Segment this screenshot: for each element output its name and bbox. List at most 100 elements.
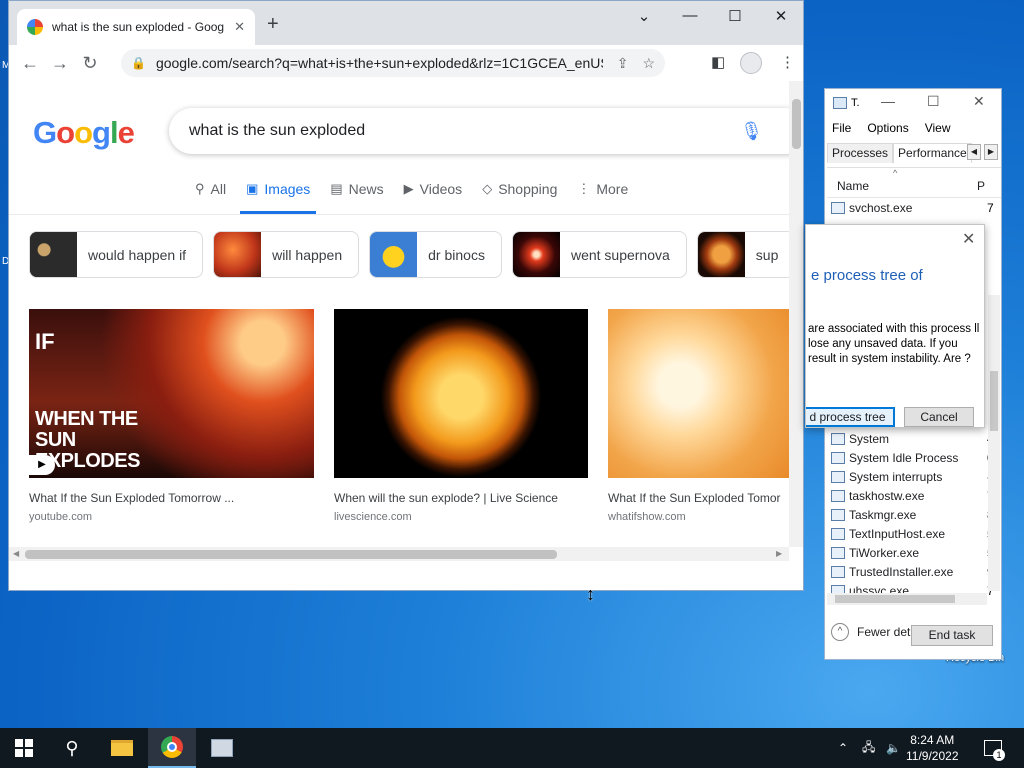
chip[interactable]: dr binocs xyxy=(369,231,502,278)
horizontal-scrollbar[interactable] xyxy=(827,593,987,605)
play-icon[interactable]: ▶ xyxy=(29,455,55,475)
google-logo[interactable]: Google xyxy=(33,115,135,151)
browser-tab[interactable]: what is the sun exploded - Goog ✕ xyxy=(17,9,255,45)
chip[interactable]: went supernova xyxy=(511,231,687,278)
chevron-up-icon[interactable]: ^ xyxy=(831,623,849,641)
back-arrow-icon[interactable]: ← xyxy=(15,53,45,74)
column-pid[interactable]: P xyxy=(977,179,985,193)
new-tab-button[interactable]: + xyxy=(267,13,279,36)
chip[interactable]: will happen xyxy=(213,231,360,278)
menu-bar: File Options View xyxy=(832,121,967,135)
scrollbar-thumb[interactable] xyxy=(835,595,955,603)
scrollbar-thumb[interactable] xyxy=(792,99,801,149)
search-tab-shopping[interactable]: ◇ Shopping xyxy=(476,181,563,214)
reload-icon[interactable]: ↻ xyxy=(75,53,105,74)
task-manager-icon xyxy=(833,97,847,109)
notification-icon[interactable]: 1 xyxy=(984,728,1005,768)
maximize-button[interactable]: ☐ xyxy=(927,93,940,110)
close-button[interactable]: ✕ xyxy=(973,93,985,110)
url-text[interactable]: google.com/search?q=what+is+the+sun+expl… xyxy=(156,55,603,71)
table-row[interactable]: TextInputHost.exe5 xyxy=(827,524,994,543)
chip[interactable]: would happen if xyxy=(29,231,204,278)
result-thumbnail[interactable] xyxy=(608,309,789,478)
close-button[interactable]: ✕ xyxy=(758,7,803,25)
result-thumbnail[interactable]: IF WHEN THE SUN EXPLODES ▶ xyxy=(29,309,314,478)
side-panel-icon[interactable]: ◧ xyxy=(711,53,725,71)
table-row[interactable]: taskhostw.exe7 xyxy=(827,486,994,505)
horizontal-scrollbar[interactable]: ◀ ▶ xyxy=(9,547,789,561)
table-row[interactable]: TiWorker.exe5 xyxy=(827,543,994,562)
vertical-scrollbar[interactable] xyxy=(789,81,803,547)
end-task-button[interactable]: End task xyxy=(911,625,993,646)
minimize-button[interactable]: — xyxy=(667,7,713,24)
search-tab-news[interactable]: ▤ News xyxy=(324,181,389,214)
close-icon[interactable]: ✕ xyxy=(962,229,975,249)
news-icon: ▤ xyxy=(330,181,343,196)
network-icon[interactable]: 🖧 xyxy=(862,728,875,768)
result-caption[interactable]: When will the sun explode? | Live Scienc… xyxy=(334,491,588,505)
show-hidden-icons-chevron-icon[interactable]: ⌃ xyxy=(838,728,848,768)
search-tab-all[interactable]: ⚲ All xyxy=(189,181,232,214)
search-tab-label: Images xyxy=(264,181,311,197)
scroll-left-arrow-icon[interactable]: ◀ xyxy=(13,549,19,558)
tab-close-icon[interactable]: ✕ xyxy=(234,19,245,35)
fewer-details-label[interactable]: Fewer det xyxy=(857,625,910,639)
image-result[interactable]: What If the Sun Exploded Tomor whatifsho… xyxy=(608,309,789,523)
result-caption[interactable]: What If the Sun Exploded Tomor xyxy=(608,491,789,505)
cancel-button[interactable]: Cancel xyxy=(904,407,974,427)
vertical-scrollbar[interactable] xyxy=(988,295,1000,591)
file-explorer-icon[interactable] xyxy=(98,728,146,768)
volume-icon[interactable]: 🔈 xyxy=(886,728,901,768)
minimize-button[interactable]: — xyxy=(881,93,895,109)
chip[interactable]: sup xyxy=(696,231,789,278)
search-tab-more[interactable]: ⋮ More xyxy=(571,181,634,214)
search-tab-images[interactable]: ▣ Images xyxy=(240,181,317,214)
system-clock[interactable]: 8:24 AM 11/9/2022 xyxy=(906,732,959,764)
share-icon[interactable]: ⇪ xyxy=(617,55,629,72)
scrollbar-thumb[interactable] xyxy=(990,371,998,431)
start-button[interactable] xyxy=(0,728,48,768)
column-name[interactable]: Name xyxy=(837,179,977,193)
table-row[interactable]: System Idle Process0 xyxy=(827,448,994,467)
maximize-button[interactable]: ☐ xyxy=(712,7,758,25)
profile-avatar[interactable] xyxy=(740,52,762,74)
scrollbar-thumb[interactable] xyxy=(25,550,557,559)
forward-arrow-icon[interactable]: → xyxy=(45,53,75,74)
end-process-tree-button[interactable]: d process tree xyxy=(806,407,895,427)
table-row[interactable]: System4 xyxy=(827,429,994,448)
process-name: svchost.exe xyxy=(849,200,913,215)
search-tab-videos[interactable]: ▶ Videos xyxy=(398,181,469,214)
image-result[interactable]: When will the sun explode? | Live Scienc… xyxy=(334,309,588,523)
tab-title: what is the sun exploded - Goog xyxy=(52,20,225,34)
search-box[interactable]: what is the sun exploded 🎙 xyxy=(169,108,789,154)
bookmark-star-icon[interactable]: ☆ xyxy=(642,55,655,72)
tab-scroll-right-icon[interactable]: ▶ xyxy=(984,144,998,160)
scroll-right-arrow-icon[interactable]: ▶ xyxy=(776,549,782,558)
table-row[interactable]: System interrupts- xyxy=(827,467,994,486)
tab-search-icon[interactable]: ⌄ xyxy=(621,7,667,25)
search-query[interactable]: what is the sun exploded xyxy=(189,122,740,140)
tab-scroll-left-icon[interactable]: ◀ xyxy=(967,144,981,160)
table-row[interactable]: svchost.exe 7 xyxy=(827,198,1001,217)
address-bar[interactable]: 🔒 google.com/search?q=what+is+the+sun+ex… xyxy=(121,49,665,77)
menu-kebab-icon[interactable]: ⋮ xyxy=(780,53,795,71)
fewer-details-toggle[interactable]: ^ Fewer det xyxy=(831,623,910,641)
search-icon[interactable]: ⚲ xyxy=(48,728,96,768)
tab-performance[interactable]: Performance xyxy=(893,143,972,163)
chrome-taskbar-icon[interactable] xyxy=(148,728,196,768)
dialog-body: are associated with this process ll lose… xyxy=(808,323,980,365)
menu-view[interactable]: View xyxy=(925,121,951,135)
image-result[interactable]: IF WHEN THE SUN EXPLODES ▶ What If the S… xyxy=(29,309,314,523)
tab-processes[interactable]: Processes xyxy=(827,143,894,163)
microphone-icon[interactable]: 🎙 xyxy=(740,121,763,142)
task-manager-taskbar-icon[interactable] xyxy=(198,728,246,768)
result-thumbnail[interactable] xyxy=(334,309,588,478)
chrome-window: what is the sun exploded - Goog ✕ + ⌄ — … xyxy=(8,0,804,591)
menu-options[interactable]: Options xyxy=(867,121,908,135)
lock-icon[interactable]: 🔒 xyxy=(131,56,146,70)
result-caption[interactable]: What If the Sun Exploded Tomorrow ... xyxy=(29,491,314,505)
table-row[interactable]: TrustedInstaller.exe9 xyxy=(827,562,994,581)
table-row[interactable]: Taskmgr.exe8 xyxy=(827,505,994,524)
menu-file[interactable]: File xyxy=(832,121,851,135)
process-icon xyxy=(831,527,845,540)
